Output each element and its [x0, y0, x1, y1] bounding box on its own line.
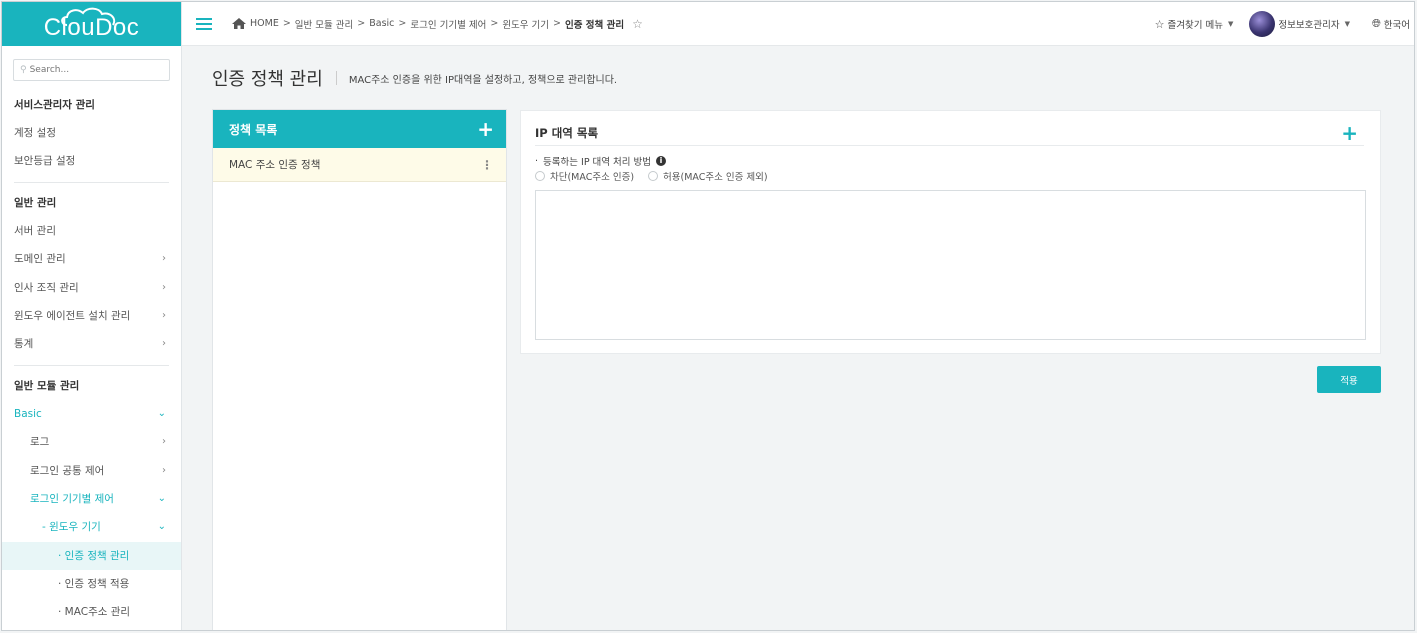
globe-icon: 🌐︎ [1371, 17, 1381, 30]
method-radio-group: 차단(MAC주소 인증) 허용(MAC주소 인증 제외) [535, 169, 782, 183]
hamburger-menu-icon[interactable] [196, 17, 212, 30]
user-name: 정보보호관리자 [1278, 20, 1340, 31]
sidebar-item-security-level[interactable]: 보안등급 설정 [2, 147, 181, 175]
sidebar-item-org[interactable]: 인사 조직 관리 › [2, 274, 181, 302]
breadcrumb-home[interactable]: HOME [250, 18, 279, 29]
logo[interactable]: ClouDoc [2, 2, 181, 46]
chevron-right-icon: › [162, 281, 166, 293]
sidebar-item-agent-install[interactable]: 윈도우 에이전트 설치 관리 › [2, 302, 181, 330]
divider [535, 145, 1364, 146]
breadcrumb-item[interactable]: 로그인 기기별 제어 [410, 17, 486, 31]
ip-range-title: IP 대역 목록 [535, 126, 599, 140]
menu-heading: 일반 모듈 관리 [14, 379, 80, 392]
breadcrumb-separator: > [398, 18, 407, 29]
add-ip-plus-icon[interactable]: + [1341, 123, 1358, 143]
policy-name: MAC 주소 인증 정책 [229, 159, 321, 171]
kebab-menu-icon[interactable]: ⋮ [481, 158, 493, 172]
favorites-label: 즐겨찾기 메뉴 [1167, 20, 1223, 31]
menu-section-modules: 일반 모듈 관리 Basic ⌄ 로그 › 로그인 공통 제어 › 로그인 기기별 제… [2, 372, 181, 627]
breadcrumb-separator: > [553, 18, 562, 29]
radio-block[interactable]: 차단(MAC주소 인증) [535, 169, 634, 183]
favorites-menu[interactable]: ☆ 즐겨찾기 메뉴 ▼ [1154, 17, 1234, 32]
policy-list-panel: 정책 목록 + MAC 주소 인증 정책 ⋮ [212, 109, 507, 630]
menu-heading: 일반 관리 [14, 196, 57, 209]
sidebar-item-server[interactable]: 서버 관리 [2, 217, 181, 245]
breadcrumb-item[interactable]: Basic [369, 18, 394, 29]
avatar [1249, 11, 1276, 37]
sidebar-item-basic[interactable]: Basic ⌄ [2, 400, 181, 428]
radio-allow[interactable]: 허용(MAC주소 인증 제외) [648, 169, 768, 183]
ip-range-textarea[interactable] [535, 190, 1366, 340]
sidebar-item-auth-policy-apply[interactable]: · 인증 정책 적용 [2, 570, 181, 598]
bullet-icon: · [535, 155, 539, 167]
star-favorite-icon[interactable]: ☆ [632, 17, 643, 31]
top-bar: HOME > 일반 모듈 관리 > Basic > 로그인 기기별 제어 > 윈… [182, 2, 1414, 46]
breadcrumb: HOME > 일반 모듈 관리 > Basic > 로그인 기기별 제어 > 윈… [232, 17, 643, 31]
chevron-down-icon: ⌄ [157, 407, 166, 419]
radio-circle[interactable] [648, 171, 659, 181]
home-icon[interactable] [232, 18, 246, 29]
info-icon[interactable]: i [656, 156, 667, 166]
star-icon: ☆ [1154, 17, 1165, 31]
menu-section-service-admin: 서비스관리자 관리 계정 설정 보안등급 설정 [2, 91, 181, 176]
ip-range-panel: IP 대역 목록 + · 등록하는 IP 대역 처리 방법 i 차단(MAC주소… [520, 110, 1381, 354]
chevron-down-icon: ⌄ [157, 521, 166, 533]
sidebar-item-auth-policy-mgmt[interactable]: · 인증 정책 관리 [2, 541, 181, 571]
add-policy-plus-icon[interactable]: + [477, 119, 494, 139]
sidebar-item-stats[interactable]: 통계 › [2, 330, 181, 358]
caret-down-icon: ▼ [1344, 20, 1350, 28]
breadcrumb-item[interactable]: 일반 모듈 관리 [295, 17, 353, 31]
sidebar-item-mac-mgmt[interactable]: · MAC주소 관리 [2, 598, 181, 626]
page-description: MAC주소 인증을 위한 IP대역을 설정하고, 정책으로 관리합니다. [348, 74, 618, 86]
logo-text: ClouDoc [43, 14, 140, 41]
breadcrumb-current: 인증 정책 관리 [565, 19, 625, 31]
sidebar-item-log[interactable]: 로그 › [2, 428, 181, 456]
sidebar-item-windows-device[interactable]: - 윈도우 기기 ⌄ [2, 513, 181, 541]
title-separator [335, 71, 337, 85]
chevron-down-icon: ⌄ [157, 492, 166, 504]
policy-list-item[interactable]: MAC 주소 인증 정책 ⋮ [213, 148, 506, 182]
language-selector[interactable]: 🌐︎ 한국어 [1372, 17, 1410, 31]
breadcrumb-separator: > [490, 18, 499, 29]
apply-button[interactable]: 적용 [1317, 366, 1381, 393]
search-box[interactable]: ⚲ [13, 59, 170, 81]
top-right-controls: ☆ 즐겨찾기 메뉴 ▼ 정보보호관리자 ▼ 🌐︎ 한국어 [1155, 2, 1414, 46]
divider [14, 364, 169, 366]
chevron-right-icon: › [162, 464, 166, 476]
search-icon: ⚲ [20, 65, 27, 75]
sidebar-item-login-common[interactable]: 로그인 공통 제어 › [2, 457, 181, 485]
sidebar-item-login-device[interactable]: 로그인 기기별 제어 ⌄ [2, 485, 181, 513]
radio-circle[interactable] [535, 171, 545, 181]
chevron-right-icon: › [162, 436, 166, 448]
processing-method-label: · 등록하는 IP 대역 처리 방법 i [535, 154, 667, 168]
radio-label: 허용(MAC주소 인증 제외) [663, 172, 768, 183]
page-header: 인증 정책 관리 MAC주소 인증을 위한 IP대역을 설정하고, 정책으로 관… [212, 65, 617, 91]
sidebar: ClouDoc ⚲ 서비스관리자 관리 계정 설정 보안등급 설정 일반 관리 … [2, 2, 182, 630]
sidebar-item-account-settings[interactable]: 계정 설정 [2, 119, 181, 147]
caret-down-icon: ▼ [1227, 20, 1234, 28]
chevron-right-icon: › [162, 338, 166, 350]
radio-label: 차단(MAC주소 인증) [550, 172, 635, 183]
chevron-right-icon: › [162, 309, 166, 321]
policy-list-title: 정책 목록 [229, 122, 278, 137]
method-label-text: 등록하는 IP 대역 처리 방법 [543, 157, 652, 168]
menu-heading: 서비스관리자 관리 [14, 99, 95, 111]
user-menu[interactable]: 정보보호관리자 ▼ [1249, 11, 1350, 37]
language-label: 한국어 [1383, 20, 1410, 31]
policy-list-header: 정책 목록 + [213, 110, 506, 148]
menu-section-general: 일반 관리 서버 관리 도메인 관리 › 인사 조직 관리 › 윈도우 에이전트 설… [2, 189, 181, 359]
sidebar-item-domain[interactable]: 도메인 관리 › [2, 245, 181, 273]
search-input[interactable] [29, 65, 160, 75]
divider [14, 181, 169, 183]
chevron-right-icon: › [162, 253, 166, 265]
breadcrumb-item[interactable]: 윈도우 기기 [502, 17, 549, 31]
breadcrumb-separator: > [357, 18, 366, 29]
page-title: 인증 정책 관리 [212, 69, 323, 90]
breadcrumb-separator: > [282, 18, 291, 29]
app-window: ClouDoc ⚲ 서비스관리자 관리 계정 설정 보안등급 설정 일반 관리 … [1, 1, 1415, 631]
